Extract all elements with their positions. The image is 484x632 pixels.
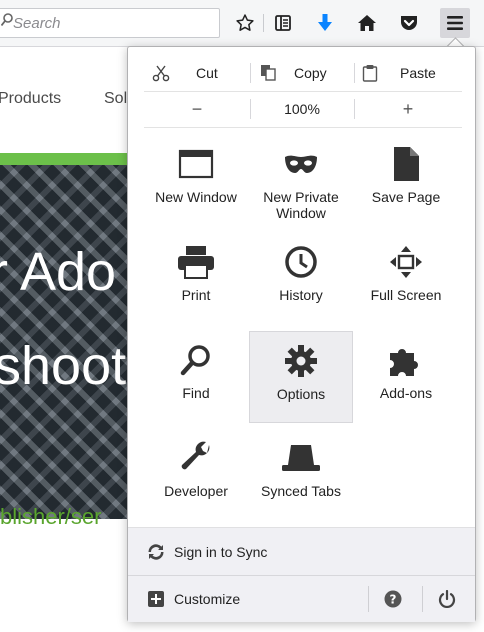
private-mask-icon: [283, 145, 319, 183]
fullscreen-icon: [389, 243, 423, 281]
find-button[interactable]: Find: [144, 331, 248, 423]
nav-link-products[interactable]: Products: [0, 90, 61, 108]
save-page-icon: [391, 145, 421, 183]
synced-tabs-label: Synced Tabs: [261, 483, 341, 499]
developer-button[interactable]: Developer: [144, 429, 248, 521]
reading-list-icon[interactable]: [268, 8, 298, 38]
history-label: History: [279, 287, 323, 303]
svg-text:?: ?: [390, 593, 397, 607]
gear-icon: [284, 342, 318, 380]
main-menu-panel: Cut Copy Paste − 100% + New Window New P…: [127, 46, 476, 622]
help-icon: ?: [384, 590, 402, 608]
developer-label: Developer: [164, 483, 228, 499]
new-private-window-button[interactable]: New Private Window: [249, 135, 353, 227]
sync-label: Sign in to Sync: [174, 544, 268, 560]
power-icon: [438, 590, 456, 608]
history-clock-icon: [284, 243, 318, 281]
search-placeholder: Search: [13, 15, 61, 32]
options-button[interactable]: Options: [249, 331, 353, 423]
new-window-button[interactable]: New Window: [144, 135, 248, 227]
options-label: Options: [276, 386, 326, 402]
cut-button[interactable]: Cut: [152, 55, 218, 91]
page-link-text[interactable]: blisher/ser: [0, 504, 101, 530]
new-private-window-label: New Private Window: [263, 189, 339, 221]
navigation-toolbar: Search: [0, 0, 484, 47]
edit-controls: Cut Copy Paste: [144, 55, 462, 92]
search-box[interactable]: Search: [0, 8, 220, 38]
full-screen-label: Full Screen: [370, 287, 442, 303]
copy-label: Copy: [294, 65, 327, 81]
customize-footer: Customize ?: [128, 575, 475, 622]
customize-button[interactable]: Customize: [128, 591, 240, 607]
search-icon: [0, 13, 13, 31]
paste-label: Paste: [400, 65, 436, 81]
help-button[interactable]: ?: [378, 584, 408, 614]
cut-label: Cut: [196, 65, 218, 81]
menu-icon: [447, 16, 463, 30]
downloads-icon[interactable]: [310, 8, 340, 38]
nav-link-solutions[interactable]: Sol: [104, 90, 127, 108]
open-menu-button[interactable]: [440, 8, 470, 38]
printer-icon: [177, 243, 215, 281]
customize-label: Customize: [174, 591, 241, 607]
zoom-reset-button[interactable]: 100%: [251, 91, 353, 127]
save-page-button[interactable]: Save Page: [354, 135, 458, 227]
new-window-label: New Window: [155, 189, 237, 205]
puzzle-icon: [388, 341, 424, 379]
full-screen-button[interactable]: Full Screen: [354, 233, 458, 325]
add-ons-button[interactable]: Add-ons: [354, 331, 458, 423]
hero-heading-line2: shoot: [0, 336, 127, 396]
customize-plus-icon: [148, 591, 164, 607]
save-page-label: Save Page: [371, 189, 441, 205]
new-window-icon: [178, 145, 214, 183]
add-ons-label: Add-ons: [379, 385, 433, 401]
zoom-in-button[interactable]: +: [355, 91, 461, 127]
synced-tabs-button[interactable]: Synced Tabs: [249, 429, 353, 521]
paste-button[interactable]: Paste: [362, 55, 436, 91]
wrench-icon: [179, 439, 213, 477]
paste-icon: [362, 65, 378, 82]
scissors-icon: [152, 65, 170, 82]
hero-heading-line1: r Ado: [0, 242, 117, 302]
hero-image: r Ado shoot: [0, 165, 130, 519]
pocket-icon[interactable]: [394, 8, 424, 38]
sign-in-to-sync-button[interactable]: Sign in to Sync: [128, 527, 475, 576]
synced-tabs-icon: [281, 439, 321, 477]
history-button[interactable]: History: [249, 233, 353, 325]
zoom-controls: − 100% +: [144, 91, 462, 128]
print-button[interactable]: Print: [144, 233, 248, 325]
home-icon[interactable]: [352, 8, 382, 38]
zoom-out-button[interactable]: −: [144, 91, 250, 127]
magnifier-icon: [180, 341, 212, 379]
copy-button[interactable]: Copy: [260, 55, 327, 91]
print-label: Print: [181, 287, 211, 303]
copy-icon: [261, 65, 276, 81]
bookmark-star-icon[interactable]: [230, 8, 260, 38]
quit-button[interactable]: [432, 584, 462, 614]
sync-icon: [148, 544, 164, 560]
find-label: Find: [182, 385, 210, 401]
